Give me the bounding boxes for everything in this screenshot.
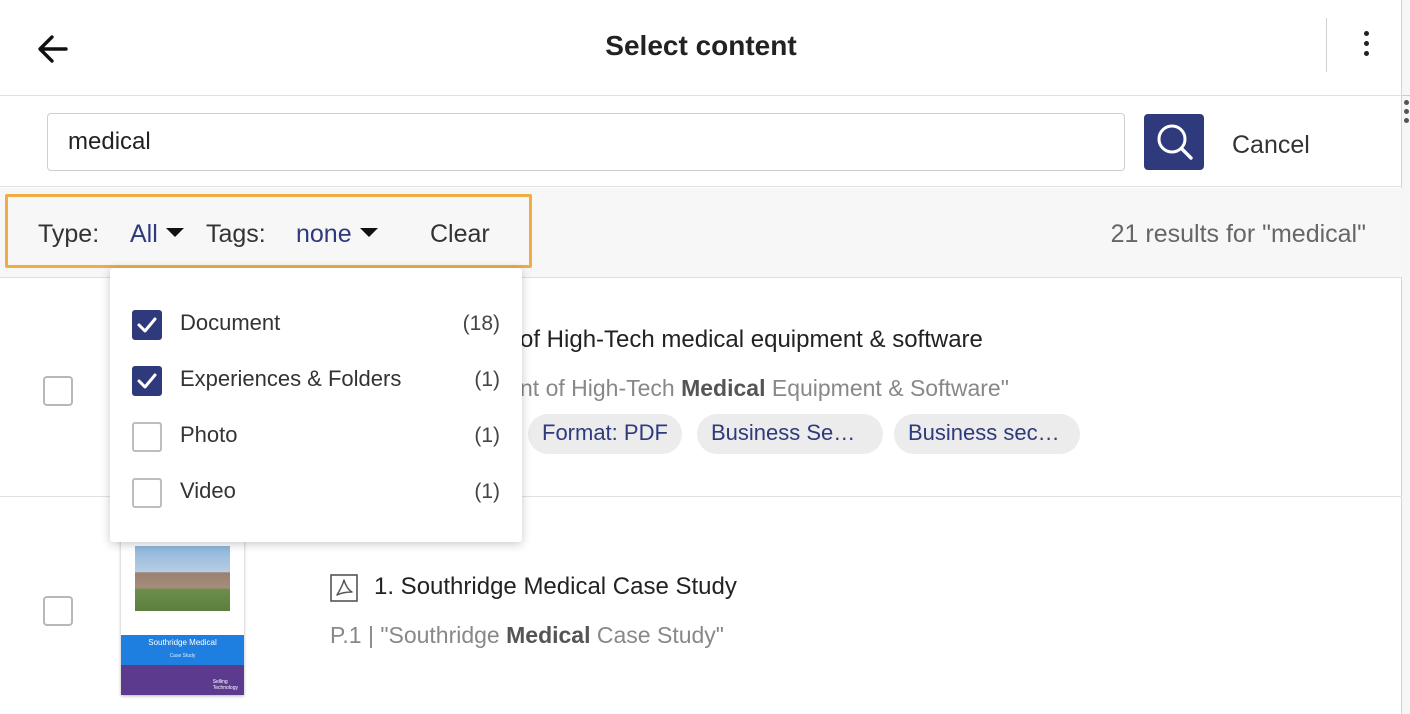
thumbnail-building-photo	[135, 546, 230, 611]
thumbnail-subtitle: Case Study	[169, 653, 196, 659]
search-button[interactable]	[1144, 114, 1204, 170]
result-checkbox[interactable]	[43, 596, 73, 626]
type-option-video[interactable]: Video (1)	[110, 474, 522, 530]
type-option-photo[interactable]: Photo (1)	[110, 418, 522, 474]
results-count: 21 results for "medical"	[1110, 220, 1366, 248]
option-label: Photo	[180, 422, 238, 447]
option-label: Experiences & Folders	[180, 366, 402, 391]
result-snippet: P.1 | "Southridge Medical Case Study"	[330, 622, 724, 648]
more-vertical-icon	[1352, 31, 1380, 56]
checkmark-icon	[137, 317, 157, 333]
option-label: Video	[180, 478, 236, 503]
select-content-panel: Select content Cancel Type: All Tags: no…	[0, 0, 1402, 714]
filter-bar: Type: All Tags: none Clear 21 results fo…	[0, 188, 1402, 278]
pdf-icon	[330, 574, 358, 602]
page-title: Select content	[605, 30, 797, 61]
result-checkbox[interactable]	[43, 376, 73, 406]
clear-filters-button[interactable]: Clear	[430, 220, 490, 249]
cancel-button[interactable]: Cancel	[1232, 131, 1310, 160]
tags-filter-label: Tags:	[206, 220, 266, 248]
option-label: Document	[180, 310, 281, 335]
caret-down-icon	[165, 228, 184, 237]
thumbnail-title: Southridge Medical	[148, 638, 217, 647]
search-icon	[1157, 124, 1193, 160]
search-input[interactable]	[47, 113, 1125, 171]
type-filter-menu: Document (18) Experiences & Folders (1) …	[110, 268, 522, 542]
type-filter-dropdown[interactable]: All	[130, 220, 184, 249]
type-option-experiences-folders[interactable]: Experiences & Folders (1)	[110, 362, 522, 418]
tags-filter-dropdown[interactable]: none	[296, 220, 378, 249]
result-title[interactable]: of High-Tech medical equipment & softwar…	[520, 326, 983, 354]
background-more-icon	[1404, 100, 1410, 127]
option-count: (1)	[474, 424, 500, 447]
tag-chip[interactable]: Business Se…	[697, 414, 883, 454]
thumbnail-brand-logo: Selling Technology	[212, 679, 238, 691]
option-count: (1)	[474, 368, 500, 391]
tag-chip[interactable]: Format: PDF	[528, 414, 682, 454]
type-filter-value: All	[130, 220, 158, 248]
option-count: (1)	[474, 480, 500, 503]
checkbox-checked[interactable]	[132, 366, 162, 396]
checkmark-icon	[137, 373, 157, 389]
result-title[interactable]: 1. Southridge Medical Case Study	[374, 573, 737, 601]
result-snippet: nt of High-Tech Medical Equipment & Soft…	[520, 375, 1009, 401]
header-divider	[1326, 18, 1327, 72]
header-bar: Select content	[0, 0, 1402, 96]
tag-chip[interactable]: Business sec…	[894, 414, 1080, 454]
document-thumbnail[interactable]: Southridge Medical Case Study Selling Tec…	[121, 538, 244, 695]
type-filter-label: Type:	[38, 220, 100, 248]
checkbox-checked[interactable]	[132, 310, 162, 340]
more-options-button[interactable]	[1352, 26, 1380, 66]
checkbox-unchecked[interactable]	[132, 478, 162, 508]
checkbox-unchecked[interactable]	[132, 422, 162, 452]
background-divider	[1402, 95, 1410, 96]
option-count: (18)	[462, 312, 500, 335]
caret-down-icon	[359, 228, 378, 237]
type-option-document[interactable]: Document (18)	[110, 306, 522, 362]
tags-filter-value: none	[296, 220, 352, 248]
search-bar: Cancel	[0, 97, 1402, 187]
